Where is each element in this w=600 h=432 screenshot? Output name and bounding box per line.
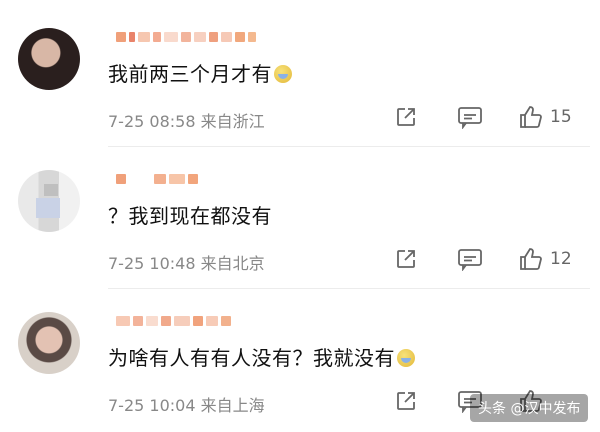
- like-count: 12: [550, 249, 572, 269]
- name-pixel-block: [206, 316, 218, 326]
- name-pixel-block: [194, 32, 206, 42]
- share-button[interactable]: [394, 388, 418, 414]
- avatar[interactable]: [18, 312, 80, 374]
- share-button[interactable]: [394, 104, 418, 130]
- name-pixel-block: [129, 32, 135, 42]
- name-pixel-block: [248, 32, 256, 42]
- comment-item: 我前两三个月才有 7-25 08:58 来自浙江 15: [0, 8, 600, 148]
- name-pixel-block: [161, 316, 171, 326]
- name-pixel-block: [129, 174, 151, 184]
- username-blurred[interactable]: [116, 168, 201, 190]
- like-count: 15: [550, 107, 572, 127]
- name-pixel-block: [235, 32, 245, 42]
- username-blurred[interactable]: [116, 26, 259, 48]
- avatar[interactable]: [18, 170, 80, 232]
- avatar[interactable]: [18, 28, 80, 90]
- name-pixel-block: [209, 32, 218, 42]
- share-button[interactable]: [394, 246, 418, 272]
- thumbs-up-icon: [520, 106, 542, 128]
- comment-text: ？我到现在都没有: [108, 204, 272, 228]
- username-blurred[interactable]: [116, 310, 234, 332]
- emoji-icon: [274, 65, 292, 83]
- comment-icon: [458, 249, 482, 271]
- name-pixel-block: [133, 316, 143, 326]
- name-pixel-block: [153, 32, 161, 42]
- comment-actions: 15: [0, 104, 600, 130]
- divider: [108, 288, 590, 289]
- comment-item: ？我到现在都没有 7-25 10:48 来自北京 12: [0, 150, 600, 290]
- share-icon: [397, 250, 415, 268]
- name-pixel-block: [221, 32, 232, 42]
- name-pixel-block: [116, 174, 126, 184]
- comment-actions: 12: [0, 246, 600, 272]
- name-pixel-block: [193, 316, 203, 326]
- like-button[interactable]: 12: [518, 246, 572, 272]
- name-pixel-block: [164, 32, 178, 42]
- name-pixel-block: [221, 316, 231, 326]
- emoji-icon: [397, 349, 415, 367]
- name-pixel-block: [116, 32, 126, 42]
- reply-button[interactable]: [457, 104, 483, 130]
- thumbs-up-icon: [520, 248, 542, 270]
- name-pixel-block: [188, 174, 198, 184]
- name-pixel-block: [138, 32, 150, 42]
- comment-text: 我前两三个月才有: [108, 58, 292, 87]
- name-pixel-block: [169, 174, 185, 184]
- reply-button[interactable]: [457, 246, 483, 272]
- name-pixel-block: [154, 174, 166, 184]
- share-icon: [397, 108, 415, 126]
- name-pixel-block: [116, 316, 130, 326]
- name-pixel-block: [174, 316, 190, 326]
- watermark: 头条 @汉中发布: [470, 394, 589, 422]
- like-button[interactable]: 15: [518, 104, 572, 130]
- name-pixel-block: [146, 316, 158, 326]
- comment-icon: [458, 107, 482, 129]
- name-pixel-block: [181, 32, 191, 42]
- comment-text: 为啥有人有有人没有？我就没有: [108, 342, 415, 371]
- share-icon: [397, 392, 415, 410]
- divider: [108, 146, 590, 147]
